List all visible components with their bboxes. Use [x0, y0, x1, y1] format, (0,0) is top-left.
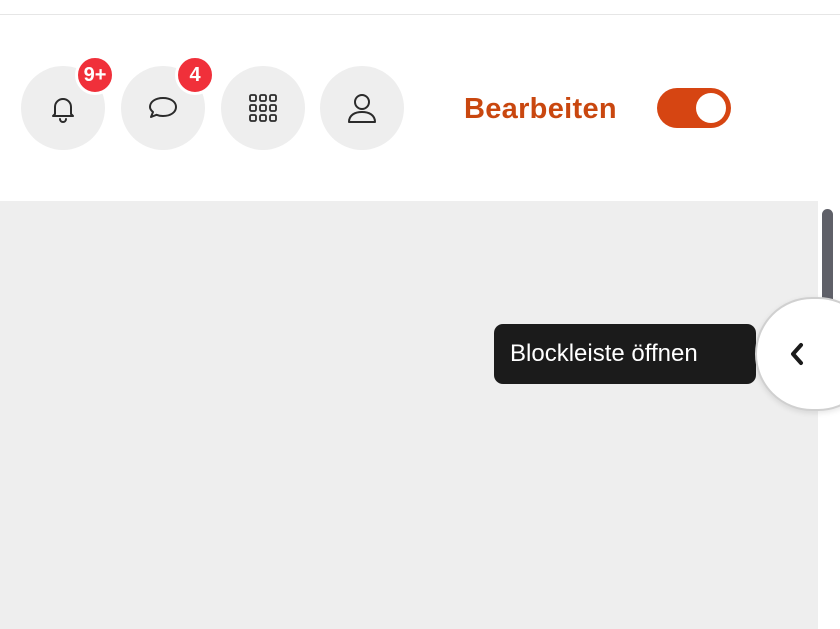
bell-icon — [52, 98, 74, 123]
notifications-badge: 9+ — [75, 55, 115, 95]
top-strip — [0, 0, 840, 15]
profile-button[interactable] — [320, 66, 404, 150]
toggle-knob — [696, 93, 726, 123]
messages-badge: 4 — [175, 55, 215, 95]
apps-button[interactable] — [221, 66, 305, 150]
scrollbar-thumb[interactable] — [822, 209, 833, 307]
page-content-area — [0, 201, 818, 629]
header-toolbar: 9+ 4 Bearbeiten — [0, 15, 840, 201]
edit-mode-toggle[interactable] — [657, 88, 731, 128]
chat-bubble-icon — [149, 97, 177, 118]
chevron-left-icon — [791, 343, 803, 365]
user-icon — [348, 94, 376, 123]
grid-icon — [249, 94, 277, 122]
drawer-tooltip: Blockleiste öffnen — [494, 324, 756, 384]
edit-mode-label: Bearbeiten — [464, 93, 617, 125]
